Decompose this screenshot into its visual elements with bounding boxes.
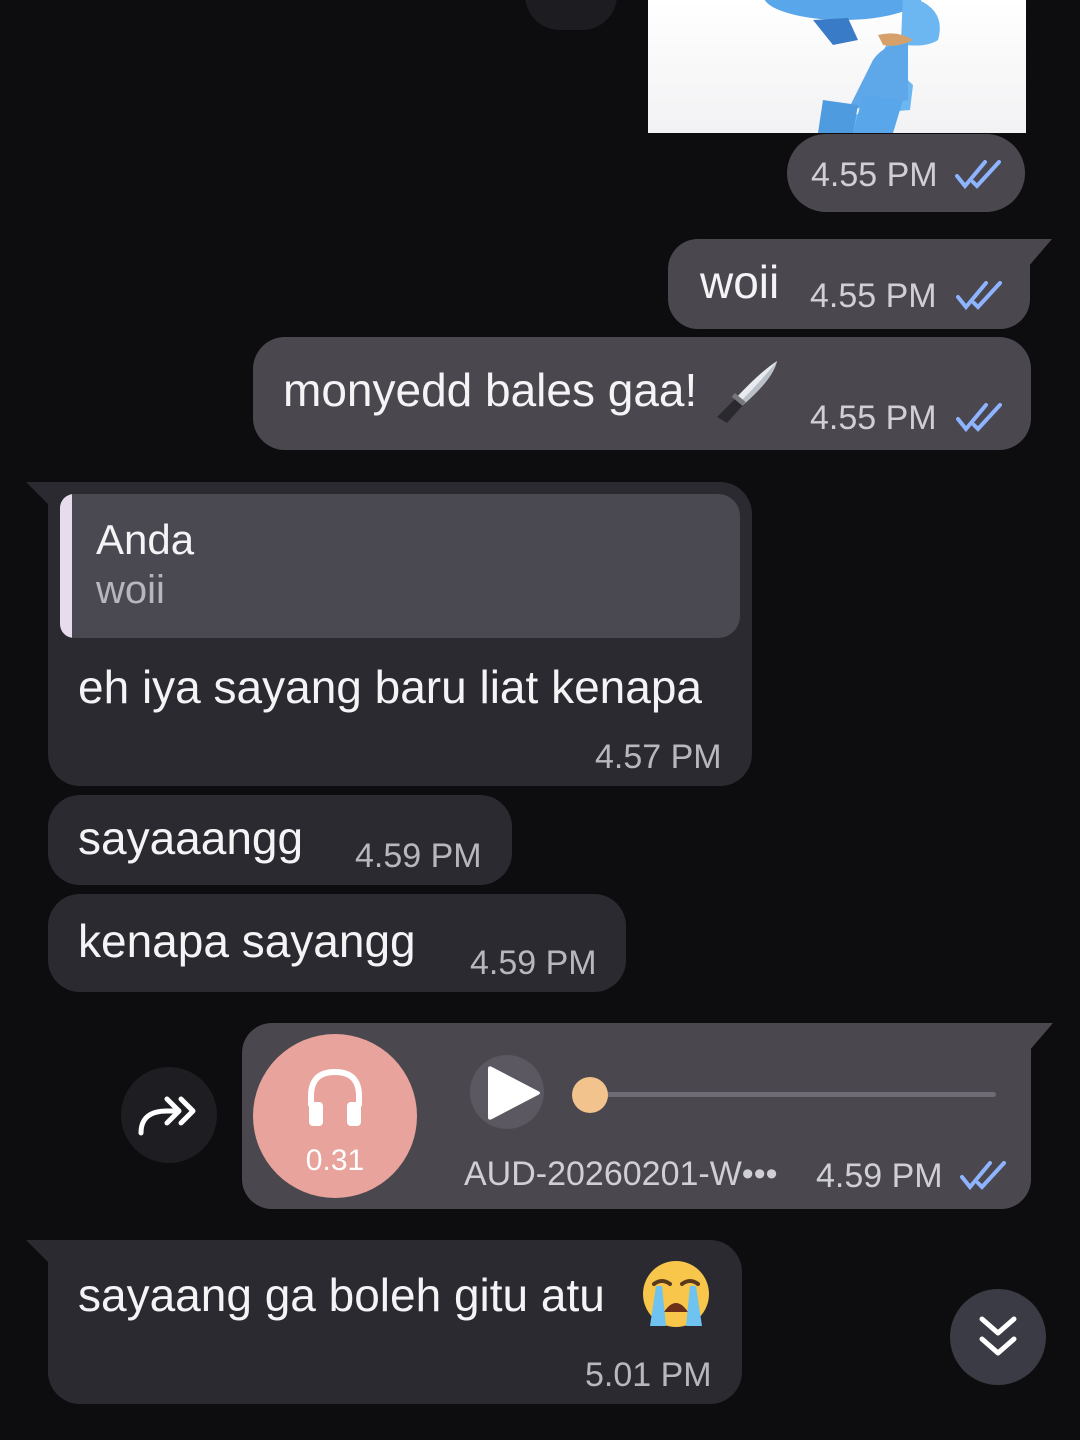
quoted-message[interactable]: Anda woii	[60, 494, 740, 638]
quote-text: woii	[96, 568, 165, 612]
play-icon	[488, 1066, 540, 1120]
message-bubble-incoming[interactable]: Anda woii eh iya sayang baru liat kenapa…	[48, 482, 752, 786]
loudly-crying-emoji	[643, 1261, 709, 1327]
sticker-figure	[764, 0, 940, 133]
message-time: 4.59 PM	[470, 944, 597, 982]
audio-duration: 0.31	[305, 1144, 365, 1177]
message-bubble-incoming[interactable]: sayaaangg 4.59 PM	[48, 795, 512, 885]
message-bubble-outgoing[interactable]: woii 4.55 PM	[668, 239, 1030, 329]
message-bubble-incoming[interactable]: kenapa sayangg 4.59 PM	[48, 894, 626, 992]
double-check-icon	[955, 160, 1001, 190]
scroll-to-bottom-button[interactable]	[950, 1289, 1046, 1385]
message-text: sayaang ga boleh gitu atu	[78, 1269, 605, 1321]
knife-emoji	[717, 361, 777, 423]
double-check-icon	[956, 281, 1002, 311]
message-text: sayaaangg	[78, 812, 304, 864]
audio-seek-knob[interactable]	[572, 1077, 608, 1113]
message-text: kenapa sayangg	[78, 915, 416, 967]
sticker-image[interactable]	[648, 0, 1026, 133]
audio-message-bubble[interactable]: 0.31 AUD-20260201-W••• 4.59 PM	[242, 1023, 1031, 1209]
quote-accent-bar	[60, 494, 72, 638]
partial-button[interactable]	[525, 0, 617, 30]
double-check-icon	[960, 1161, 1006, 1191]
play-button[interactable]	[470, 1055, 544, 1129]
audio-filename: AUD-20260201-W•••	[464, 1155, 778, 1193]
double-chevron-down-icon	[979, 1316, 1017, 1356]
message-text: eh iya sayang baru liat kenapa	[78, 661, 702, 713]
message-text: woii	[700, 256, 780, 308]
quote-author: Anda	[96, 516, 195, 563]
message-bubble-outgoing[interactable]: monyedd bales gaa! 4.55 PM	[253, 337, 1031, 450]
message-text: monyedd bales gaa!	[283, 364, 698, 416]
message-time: 4.55 PM	[810, 399, 937, 437]
audio-seek-track[interactable]	[582, 1092, 996, 1097]
audio-avatar: 0.31	[253, 1034, 417, 1198]
forward-button[interactable]	[121, 1067, 217, 1163]
double-check-icon	[956, 403, 1002, 433]
message-time: 4.55 PM	[811, 156, 938, 194]
message-time: 4.55 PM	[810, 277, 937, 315]
bubble-tail	[1028, 239, 1052, 267]
message-time: 4.59 PM	[816, 1157, 943, 1195]
headphones-icon	[308, 1068, 362, 1126]
sticker-timestamp-pill: 4.55 PM	[787, 134, 1025, 212]
forward-icon	[138, 1096, 196, 1136]
bubble-tail	[1029, 1023, 1053, 1051]
message-time: 4.59 PM	[355, 837, 482, 875]
message-bubble-incoming[interactable]: sayaang ga boleh gitu atu 5.01 PM	[48, 1240, 742, 1404]
message-time: 5.01 PM	[585, 1356, 712, 1394]
message-time: 4.57 PM	[595, 738, 722, 776]
